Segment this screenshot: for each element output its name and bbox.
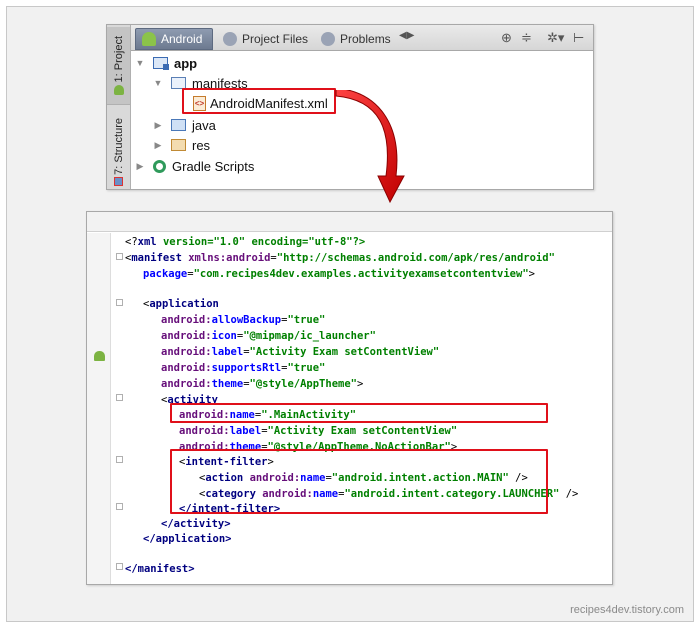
manifest-highlight-box (182, 88, 336, 114)
tab-scroll-arrows-icon[interactable]: ◀▶ (399, 30, 414, 41)
resource-folder-icon (171, 139, 186, 151)
android-icon (94, 351, 105, 361)
collapse-all-icon[interactable]: ≑ (521, 30, 532, 46)
problems-icon (321, 32, 335, 46)
tree-item-gradle-scripts[interactable]: ▶ Gradle Scripts (135, 156, 255, 176)
tab-android-label: Android (161, 32, 203, 46)
code-line-activity-close: </activity> (161, 518, 231, 530)
chevron-down-icon[interactable]: ▼ (135, 58, 145, 68)
tab-problems[interactable]: Problems (315, 28, 395, 50)
gear-icon[interactable]: ✲▾ (547, 30, 564, 46)
xml-editor[interactable]: <?xml version="1.0" encoding="utf-8"?> <… (86, 211, 613, 585)
fold-marker-icon[interactable] (116, 563, 123, 570)
code-line-2: <manifest xmlns:android="http://schemas.… (125, 252, 555, 264)
code-line-allowbackup: android:allowBackup="true" (161, 314, 326, 326)
tree-item-label: Gradle Scripts (172, 158, 255, 174)
chevron-right-icon[interactable]: ▶ (135, 161, 145, 172)
tab-android[interactable]: Android (135, 28, 213, 50)
editor-gutter (87, 233, 111, 584)
structure-icon (114, 177, 123, 187)
tree-item-label: app (174, 55, 198, 71)
chevron-down-icon[interactable]: ▼ (153, 78, 163, 88)
tab-problems-label: Problems (340, 32, 391, 46)
fold-marker-icon[interactable] (116, 503, 123, 510)
pointer-arrow (335, 90, 405, 204)
tab-project-files-label: Project Files (242, 32, 309, 46)
fold-marker-icon[interactable] (116, 253, 123, 260)
code-line-manifest-close: </manifest> (125, 563, 195, 575)
watermark: recipes4dev.tistory.com (570, 604, 684, 616)
chevron-right-icon[interactable]: ▶ (153, 120, 163, 131)
code-line-icon: android:icon="@mipmap/ic_launcher" (161, 330, 376, 342)
project-files-icon (223, 32, 237, 46)
module-folder-icon (153, 57, 169, 70)
code-line-3: package="com.recipes4dev.examples.activi… (143, 268, 535, 280)
fold-marker-icon[interactable] (116, 456, 123, 463)
scroll-from-source-icon[interactable]: ⊕ (501, 30, 512, 46)
activity-name-highlight-box (170, 403, 548, 423)
tree-item-label: java (192, 117, 216, 133)
side-tab-structure-label: 7: Structure (112, 117, 125, 175)
fold-marker-icon[interactable] (116, 394, 123, 401)
code-line-application-close: </application> (143, 533, 232, 545)
android-icon (142, 32, 156, 46)
side-tab-project[interactable]: 1: Project (107, 27, 130, 105)
chevron-right-icon[interactable]: ▶ (153, 140, 163, 151)
side-tab-project-label: 1: Project (112, 35, 125, 83)
project-view-tabbar: Android Project Files Problems ◀▶ ⊕ ≑ ✲▾… (131, 25, 593, 51)
side-tab-structure[interactable]: 7: Structure (107, 115, 130, 189)
tool-window-side-strip: 1: Project 7: Structure (107, 25, 131, 189)
code-line-supportsrtl: android:supportsRtl="true" (161, 362, 326, 374)
android-icon (113, 85, 124, 96)
hide-icon[interactable]: ⊢ (573, 30, 584, 46)
tree-item-java[interactable]: ▶ java (153, 115, 216, 135)
code-line-1: <?xml version="1.0" encoding="utf-8"?> (125, 236, 366, 248)
tab-project-files[interactable]: Project Files (217, 28, 313, 50)
fold-marker-icon[interactable] (116, 299, 123, 306)
editor-tab-strip (87, 212, 612, 232)
tree-item-label: res (192, 137, 211, 153)
tree-item-res[interactable]: ▶ res (153, 135, 211, 155)
tree-item-app[interactable]: ▼ app (135, 53, 198, 73)
source-folder-icon (171, 119, 186, 131)
code-line-activity-label: android:label="Activity Exam setContentV… (179, 425, 458, 437)
intent-filter-highlight-box (170, 449, 548, 514)
code-line-theme: android:theme="@style/AppTheme"> (161, 378, 364, 390)
code-line-label: android:label="Activity Exam setContentV… (161, 346, 440, 358)
code-line-application-open: <application (143, 298, 219, 310)
gradle-icon (153, 159, 166, 173)
